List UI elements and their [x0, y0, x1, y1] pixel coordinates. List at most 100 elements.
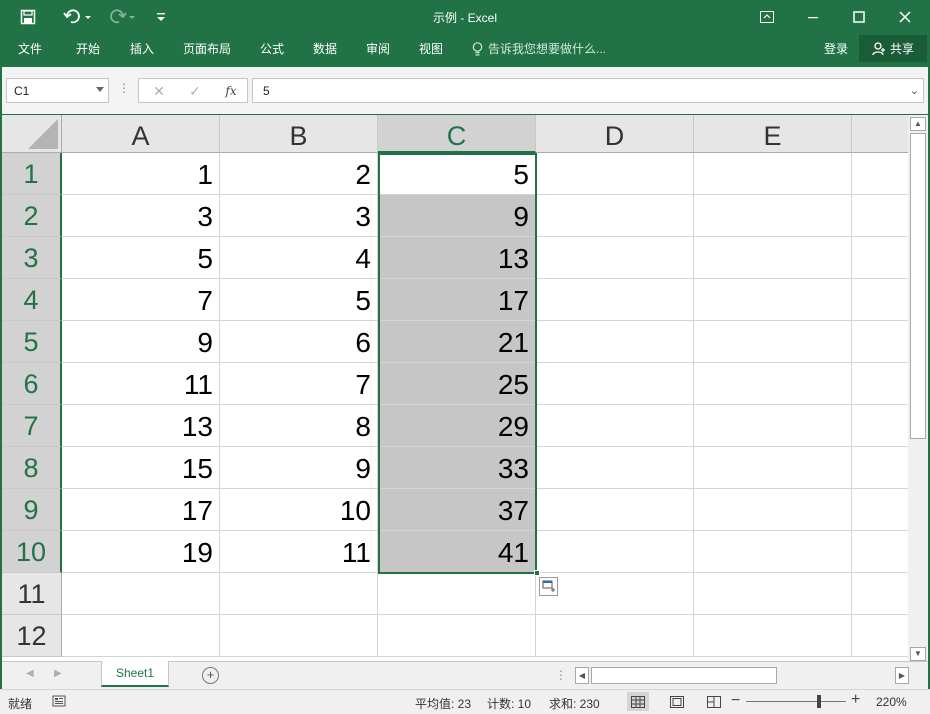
cell-partial-8[interactable]	[852, 447, 908, 489]
cell-partial-2[interactable]	[852, 195, 908, 237]
row-header-7[interactable]: 7	[2, 405, 62, 447]
cell-b3[interactable]: 4	[220, 237, 378, 279]
tab-file[interactable]: 文件	[18, 38, 42, 60]
enter-icon[interactable]: ✓	[183, 82, 207, 100]
cell-c12[interactable]	[378, 615, 536, 657]
quick-analysis-icon[interactable]	[539, 577, 558, 596]
cell-c7[interactable]: 29	[378, 405, 536, 447]
normal-view-icon[interactable]	[627, 692, 649, 711]
sheet-tab-sheet1[interactable]: Sheet1	[101, 661, 169, 687]
cell-partial-12[interactable]	[852, 615, 908, 657]
cell-b8[interactable]: 9	[220, 447, 378, 489]
zoom-in-icon[interactable]: +	[851, 691, 860, 709]
share-button[interactable]: 共享	[859, 35, 927, 62]
cell-a2[interactable]: 3	[62, 195, 220, 237]
cell-d3[interactable]	[536, 237, 694, 279]
cell-d5[interactable]	[536, 321, 694, 363]
tab-formulas[interactable]: 公式	[260, 38, 284, 60]
status-average[interactable]: 平均值: 23	[415, 695, 471, 712]
cell-d11[interactable]	[536, 573, 694, 615]
cell-b7[interactable]: 8	[220, 405, 378, 447]
cell-c10[interactable]: 41	[378, 531, 536, 573]
cell-c5[interactable]: 21	[378, 321, 536, 363]
cell-a4[interactable]: 7	[62, 279, 220, 321]
cell-c8[interactable]: 33	[378, 447, 536, 489]
cell-b2[interactable]: 3	[220, 195, 378, 237]
cell-e10[interactable]	[694, 531, 852, 573]
tab-split-handle[interactable]: ⋮	[555, 668, 567, 682]
zoom-slider[interactable]	[746, 701, 846, 702]
page-break-view-icon[interactable]	[703, 692, 725, 711]
close-icon[interactable]	[882, 0, 928, 33]
cell-c6[interactable]: 25	[378, 363, 536, 405]
add-sheet-icon[interactable]: +	[202, 667, 219, 684]
cell-c2[interactable]: 9	[378, 195, 536, 237]
cell-d8[interactable]	[536, 447, 694, 489]
status-count[interactable]: 计数: 10	[487, 695, 531, 712]
page-layout-view-icon[interactable]	[666, 692, 688, 711]
tab-review[interactable]: 审阅	[366, 38, 390, 60]
column-header-d[interactable]: D	[536, 115, 694, 153]
cell-a9[interactable]: 17	[62, 489, 220, 531]
cell-partial-9[interactable]	[852, 489, 908, 531]
row-header-6[interactable]: 6	[2, 363, 62, 405]
cell-b6[interactable]: 7	[220, 363, 378, 405]
cell-c1[interactable]: 5	[378, 153, 536, 195]
cell-d2[interactable]	[536, 195, 694, 237]
cell-e3[interactable]	[694, 237, 852, 279]
column-header-b[interactable]: B	[220, 115, 378, 153]
vertical-scrollbar[interactable]: ▲ ▼	[908, 115, 928, 661]
column-header-e[interactable]: E	[694, 115, 852, 153]
cell-a10[interactable]: 19	[62, 531, 220, 573]
cell-b1[interactable]: 2	[220, 153, 378, 195]
row-header-10[interactable]: 10	[2, 531, 62, 573]
cell-partial-3[interactable]	[852, 237, 908, 279]
scroll-up-icon[interactable]: ▲	[910, 117, 926, 131]
name-box[interactable]: C1	[6, 78, 109, 103]
zoom-level[interactable]: 220%	[876, 695, 907, 709]
cell-a11[interactable]	[62, 573, 220, 615]
tab-insert[interactable]: 插入	[130, 38, 154, 60]
cell-c9[interactable]: 37	[378, 489, 536, 531]
expand-formula-bar-icon[interactable]: ⌄	[910, 84, 919, 97]
cell-e12[interactable]	[694, 615, 852, 657]
tell-me-box[interactable]: 告诉我您想要做什么...	[472, 38, 606, 60]
cell-partial-10[interactable]	[852, 531, 908, 573]
macro-record-icon[interactable]	[52, 694, 66, 711]
ribbon-display-options-icon[interactable]	[744, 0, 790, 33]
cell-e7[interactable]	[694, 405, 852, 447]
fill-handle[interactable]	[534, 570, 540, 576]
cell-partial-11[interactable]	[852, 573, 908, 615]
cell-e9[interactable]	[694, 489, 852, 531]
cell-e2[interactable]	[694, 195, 852, 237]
cell-b12[interactable]	[220, 615, 378, 657]
cell-d12[interactable]	[536, 615, 694, 657]
cell-a8[interactable]: 15	[62, 447, 220, 489]
cell-e8[interactable]	[694, 447, 852, 489]
cell-a1[interactable]: 1	[62, 153, 220, 195]
cell-partial-7[interactable]	[852, 405, 908, 447]
formula-bar-resize-handle[interactable]: ⋮	[118, 81, 130, 95]
row-header-3[interactable]: 3	[2, 237, 62, 279]
row-header-11[interactable]: 11	[2, 573, 62, 615]
row-header-5[interactable]: 5	[2, 321, 62, 363]
cell-d6[interactable]	[536, 363, 694, 405]
prev-sheet-icon[interactable]: ◀	[26, 668, 34, 679]
cell-d4[interactable]	[536, 279, 694, 321]
horizontal-scroll-thumb[interactable]	[591, 667, 777, 684]
tab-home[interactable]: 开始	[76, 38, 100, 60]
zoom-slider-thumb[interactable]	[817, 695, 821, 708]
horizontal-scrollbar[interactable]: ◀ ▶	[575, 667, 910, 684]
cell-c11[interactable]	[378, 573, 536, 615]
cell-d9[interactable]	[536, 489, 694, 531]
cell-a6[interactable]: 11	[62, 363, 220, 405]
cell-a12[interactable]	[62, 615, 220, 657]
cell-c3[interactable]: 13	[378, 237, 536, 279]
cell-e11[interactable]	[694, 573, 852, 615]
maximize-icon[interactable]	[836, 0, 882, 33]
tab-page-layout[interactable]: 页面布局	[183, 38, 231, 60]
cell-partial-5[interactable]	[852, 321, 908, 363]
cell-d10[interactable]	[536, 531, 694, 573]
cell-d7[interactable]	[536, 405, 694, 447]
zoom-out-icon[interactable]: −	[731, 692, 740, 710]
